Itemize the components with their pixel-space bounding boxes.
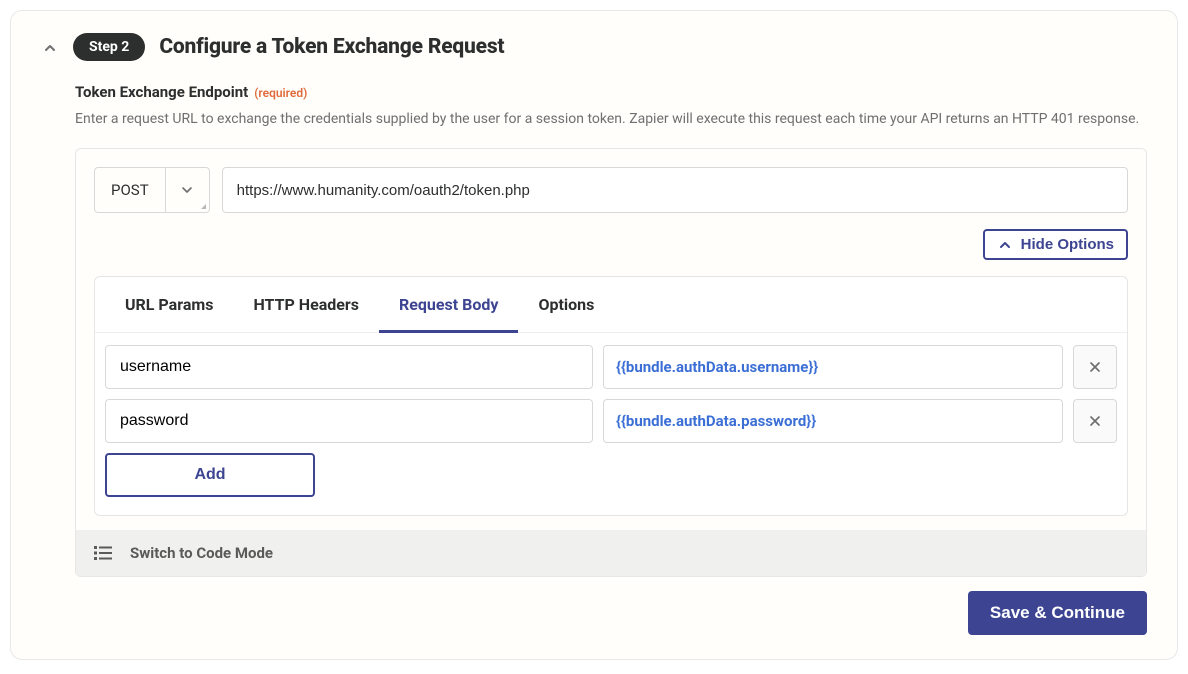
endpoint-help-text: Enter a request URL to exchange the cred… (75, 109, 1147, 130)
field-label-row: Token Exchange Endpoint (required) (75, 83, 1147, 101)
body-param-value-token: {{bundle.authData.username}} (616, 358, 818, 376)
body-param-value-input[interactable]: {{bundle.authData.password}} (603, 399, 1063, 443)
step-header: Step 2 Configure a Token Exchange Reques… (41, 33, 1147, 61)
tab-request-body[interactable]: Request Body (379, 277, 518, 333)
step-card: Step 2 Configure a Token Exchange Reques… (10, 10, 1178, 660)
http-method-value: POST (95, 168, 165, 212)
tab-body: {{bundle.authData.username}} {{bundle.au… (95, 333, 1127, 515)
chevron-down-icon (179, 182, 195, 198)
request-tabs-panel: URL Params HTTP Headers Request Body Opt… (94, 276, 1128, 516)
list-icon (94, 546, 112, 560)
chevron-up-icon (997, 237, 1013, 253)
footer-row: Save & Continue (75, 591, 1147, 635)
tab-options[interactable]: Options (518, 277, 614, 333)
chevron-up-icon (42, 40, 58, 56)
code-mode-label: Switch to Code Mode (130, 544, 273, 562)
required-tag: (required) (254, 86, 307, 100)
close-icon (1087, 359, 1103, 375)
close-icon (1087, 413, 1103, 429)
body-param-value-input[interactable]: {{bundle.authData.username}} (603, 345, 1063, 389)
hide-options-button[interactable]: Hide Options (983, 229, 1128, 260)
tab-url-params[interactable]: URL Params (105, 277, 233, 333)
method-url-row: POST (94, 167, 1128, 213)
step-content: Token Exchange Endpoint (required) Enter… (41, 83, 1147, 635)
code-mode-bar[interactable]: Switch to Code Mode (76, 530, 1146, 576)
http-method-dropdown-trigger[interactable] (165, 168, 209, 212)
http-method-select[interactable]: POST (94, 167, 210, 213)
body-param-key-input[interactable] (105, 399, 593, 443)
collapse-toggle[interactable] (41, 39, 59, 57)
step-badge: Step 2 (73, 33, 145, 61)
step-title: Configure a Token Exchange Request (159, 35, 504, 59)
add-row-button[interactable]: Add (105, 453, 315, 497)
remove-row-button[interactable] (1073, 345, 1117, 389)
save-continue-button[interactable]: Save & Continue (968, 591, 1147, 635)
remove-row-button[interactable] (1073, 399, 1117, 443)
tabs-header: URL Params HTTP Headers Request Body Opt… (95, 277, 1127, 333)
body-param-row: {{bundle.authData.username}} (105, 345, 1117, 389)
options-toggle-row: Hide Options (94, 229, 1128, 260)
hide-options-label: Hide Options (1021, 236, 1114, 253)
request-config-box: POST Hide Options URL Params HTTP Header… (75, 148, 1147, 577)
endpoint-label: Token Exchange Endpoint (75, 83, 248, 101)
tab-http-headers[interactable]: HTTP Headers (233, 277, 379, 333)
body-param-value-token: {{bundle.authData.password}} (616, 412, 816, 430)
endpoint-url-input[interactable] (222, 167, 1128, 213)
body-param-row: {{bundle.authData.password}} (105, 399, 1117, 443)
body-param-key-input[interactable] (105, 345, 593, 389)
